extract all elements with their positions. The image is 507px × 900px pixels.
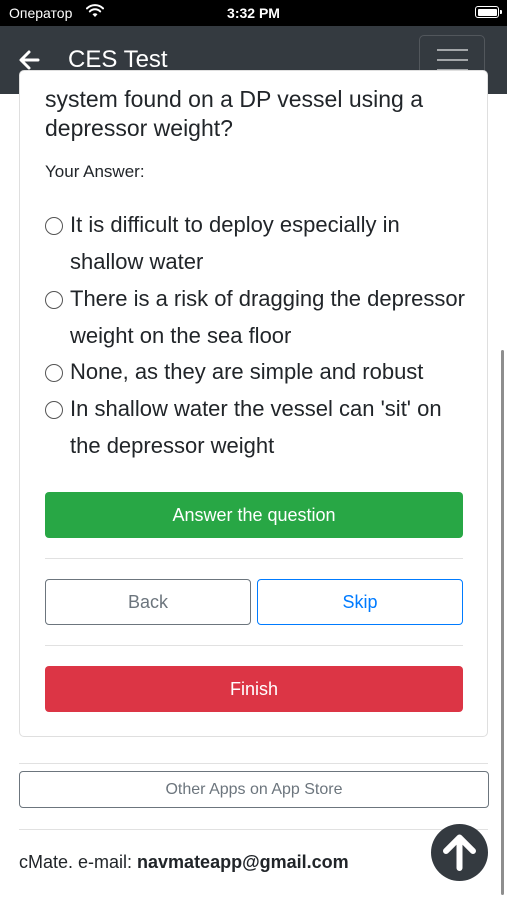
divider bbox=[19, 763, 488, 764]
divider bbox=[19, 829, 488, 830]
option-label: In shallow water the vessel can 'sit' on… bbox=[70, 396, 442, 458]
radio-button[interactable] bbox=[45, 217, 63, 235]
arrow-up-icon bbox=[443, 834, 476, 871]
finish-button[interactable]: Finish bbox=[45, 666, 463, 712]
radio-button[interactable] bbox=[45, 401, 63, 419]
answer-question-button[interactable]: Answer the question bbox=[45, 492, 463, 538]
status-time: 3:32 PM bbox=[227, 5, 280, 21]
other-apps-button[interactable]: Other Apps on App Store bbox=[19, 771, 489, 808]
skip-button[interactable]: Skip bbox=[257, 579, 463, 625]
option-label: None, as they are simple and robust bbox=[70, 359, 424, 384]
question-text: system found on a DP vessel using a depr… bbox=[45, 86, 424, 141]
footer-prefix: cMate. e-mail: bbox=[19, 852, 138, 872]
hamburger-icon bbox=[437, 49, 468, 51]
divider bbox=[45, 558, 463, 559]
scrollbar[interactable] bbox=[501, 350, 504, 895]
battery-icon bbox=[475, 6, 502, 18]
option-label: It is difficult to deploy especially in … bbox=[70, 212, 400, 274]
scroll-to-top-button[interactable] bbox=[431, 824, 488, 881]
footer-email[interactable]: navmateapp@gmail.com bbox=[137, 852, 349, 872]
arrow-left-icon[interactable] bbox=[18, 48, 40, 72]
option-label: There is a risk of dragging the depresso… bbox=[70, 286, 465, 348]
radio-button[interactable] bbox=[45, 364, 63, 382]
divider bbox=[45, 645, 463, 646]
status-bar: Оператор 3:32 PM bbox=[0, 0, 507, 26]
radio-button[interactable] bbox=[45, 291, 63, 309]
back-button[interactable]: Back bbox=[45, 579, 251, 625]
footer-contact: cMate. e-mail: navmateapp@gmail.com bbox=[19, 852, 349, 873]
your-answer-label: Your Answer: bbox=[45, 162, 145, 181]
